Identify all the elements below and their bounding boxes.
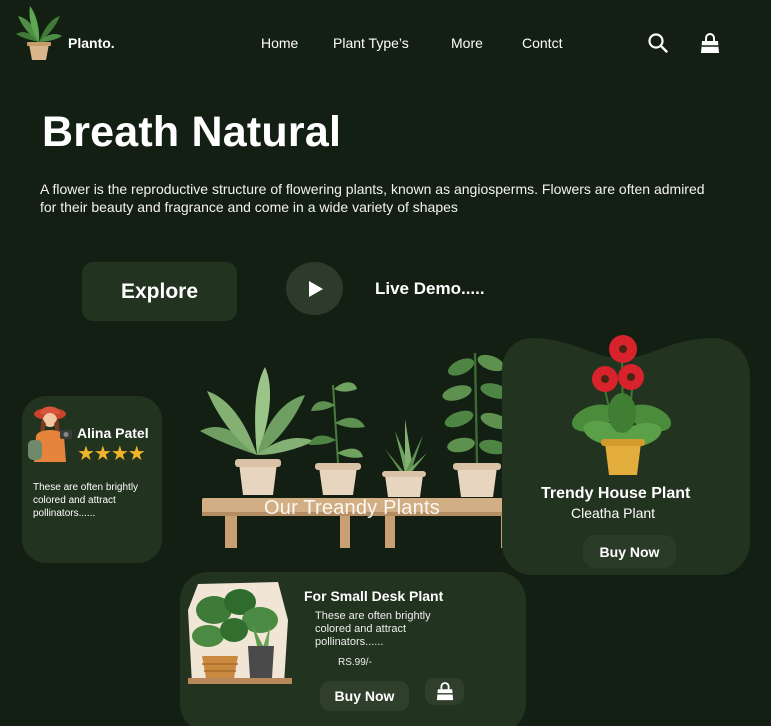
nav-link-more[interactable]: More [451,35,483,51]
reviewer-avatar [26,400,76,469]
play-icon [308,280,323,297]
shelf-title: Our Treandy Plants [264,497,440,519]
desk-plant-image [188,580,292,691]
hero-description: A flower is the reproductive structure o… [40,181,705,215]
live-demo-link[interactable]: Live Demo..... [375,279,485,299]
nav-link-plant-types[interactable]: Plant Type’s [333,35,409,51]
shopping-bag-icon[interactable] [700,33,720,60]
trendy-buy-now-button[interactable]: Buy Now [583,535,676,568]
add-to-cart-button[interactable] [425,678,464,705]
nav-link-contact[interactable]: Contct [522,35,562,51]
desk-plant-title: For Small Desk Plant [304,588,444,604]
trendy-plant-title: Trendy House Plant [541,485,691,502]
logo-plant-icon[interactable] [14,4,64,66]
reviewer-name: Alina Patel [77,425,149,441]
review-text: These are often brightly colored and att… [33,482,139,519]
search-icon[interactable] [647,32,669,59]
play-button[interactable] [286,262,343,315]
desk-plant-price: RS.99/- [338,657,372,668]
flower-plant-image [565,333,675,483]
brand-name[interactable]: Planto. [68,35,115,51]
nav-link-home[interactable]: Home [261,35,298,51]
rating-stars: ★★★★ [77,443,146,465]
desk-plant-description: These are often brightly colored and att… [315,610,431,648]
hero-title: Breath Natural [42,108,342,156]
shopping-bag-icon [436,681,453,700]
desk-buy-now-button[interactable]: Buy Now [320,681,409,711]
explore-button[interactable]: Explore [82,262,237,321]
trendy-plant-subtitle: Cleatha Plant [571,505,656,521]
